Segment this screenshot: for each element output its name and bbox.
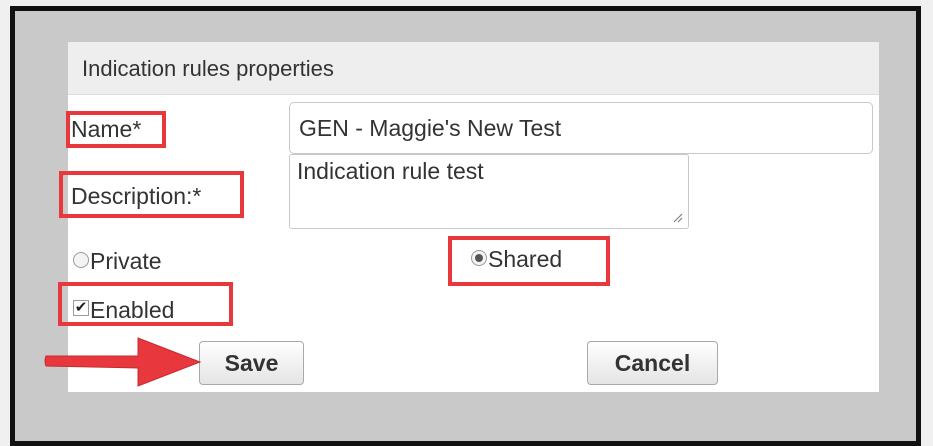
panel-header: Indication rules properties (68, 42, 879, 95)
panel-title: Indication rules properties (82, 56, 334, 81)
description-highlight (59, 171, 244, 218)
enabled-highlight (58, 282, 233, 326)
save-button[interactable]: Save (199, 341, 304, 385)
private-label: Private (90, 248, 162, 274)
radio-unchecked-icon[interactable] (73, 252, 89, 268)
description-textarea[interactable]: Indication rule test (289, 154, 689, 229)
name-highlight (66, 111, 166, 148)
cancel-button[interactable]: Cancel (587, 341, 718, 385)
resize-grip-icon[interactable] (673, 213, 683, 223)
name-input[interactable] (289, 102, 873, 154)
arrow-right-icon (44, 337, 202, 387)
shared-highlight (448, 236, 610, 286)
